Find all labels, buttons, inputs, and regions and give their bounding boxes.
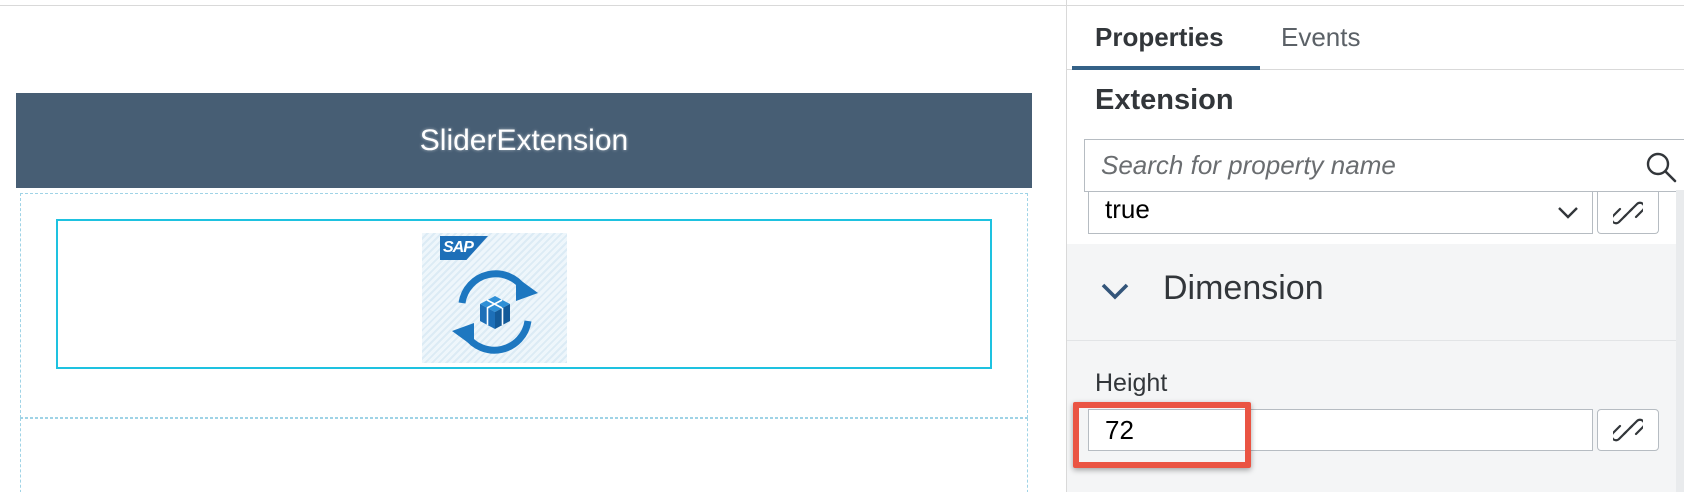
link-icon — [1613, 201, 1643, 224]
extension-control[interactable]: SAP — [56, 219, 992, 369]
boolean-select[interactable]: true — [1088, 192, 1593, 234]
panel-heading: Extension — [1095, 84, 1234, 116]
height-field[interactable] — [1088, 409, 1593, 451]
tab-properties[interactable]: Properties — [1095, 22, 1224, 53]
search-input[interactable] — [1085, 150, 1605, 181]
select-value: true — [1105, 194, 1150, 224]
bind-height-button[interactable] — [1597, 409, 1659, 451]
sap-logo: SAP — [440, 236, 488, 260]
extension-placeholder-image: SAP — [422, 233, 567, 363]
chevron-down-icon — [1101, 283, 1129, 300]
page-header[interactable]: SliderExtension — [16, 93, 1032, 188]
app-root: SliderExtension SAP Properties Events Ex… — [0, 0, 1684, 492]
dimension-section-header[interactable]: Dimension — [1067, 244, 1684, 341]
sync-extension-icon — [452, 270, 538, 354]
height-label: Height — [1095, 369, 1168, 397]
search-icon[interactable] — [1645, 151, 1677, 183]
tab-events[interactable]: Events — [1281, 22, 1361, 53]
link-icon — [1613, 418, 1643, 442]
scrollbar[interactable] — [1676, 190, 1684, 492]
properties-panel: Properties Events Extension true Dimensi… — [1066, 0, 1684, 492]
active-tab-indicator — [1072, 66, 1260, 70]
chevron-down-icon[interactable] — [1555, 199, 1581, 225]
page-title: SliderExtension — [419, 123, 629, 157]
height-property: Height — [1067, 341, 1684, 492]
section-outline-next[interactable] — [20, 418, 1028, 492]
divider — [0, 5, 1066, 6]
section-title: Dimension — [1163, 269, 1324, 307]
property-search[interactable] — [1084, 139, 1684, 192]
panel-tabs: Properties Events — [1067, 6, 1684, 70]
bind-value-button[interactable] — [1597, 192, 1659, 234]
height-input[interactable] — [1089, 410, 1592, 450]
